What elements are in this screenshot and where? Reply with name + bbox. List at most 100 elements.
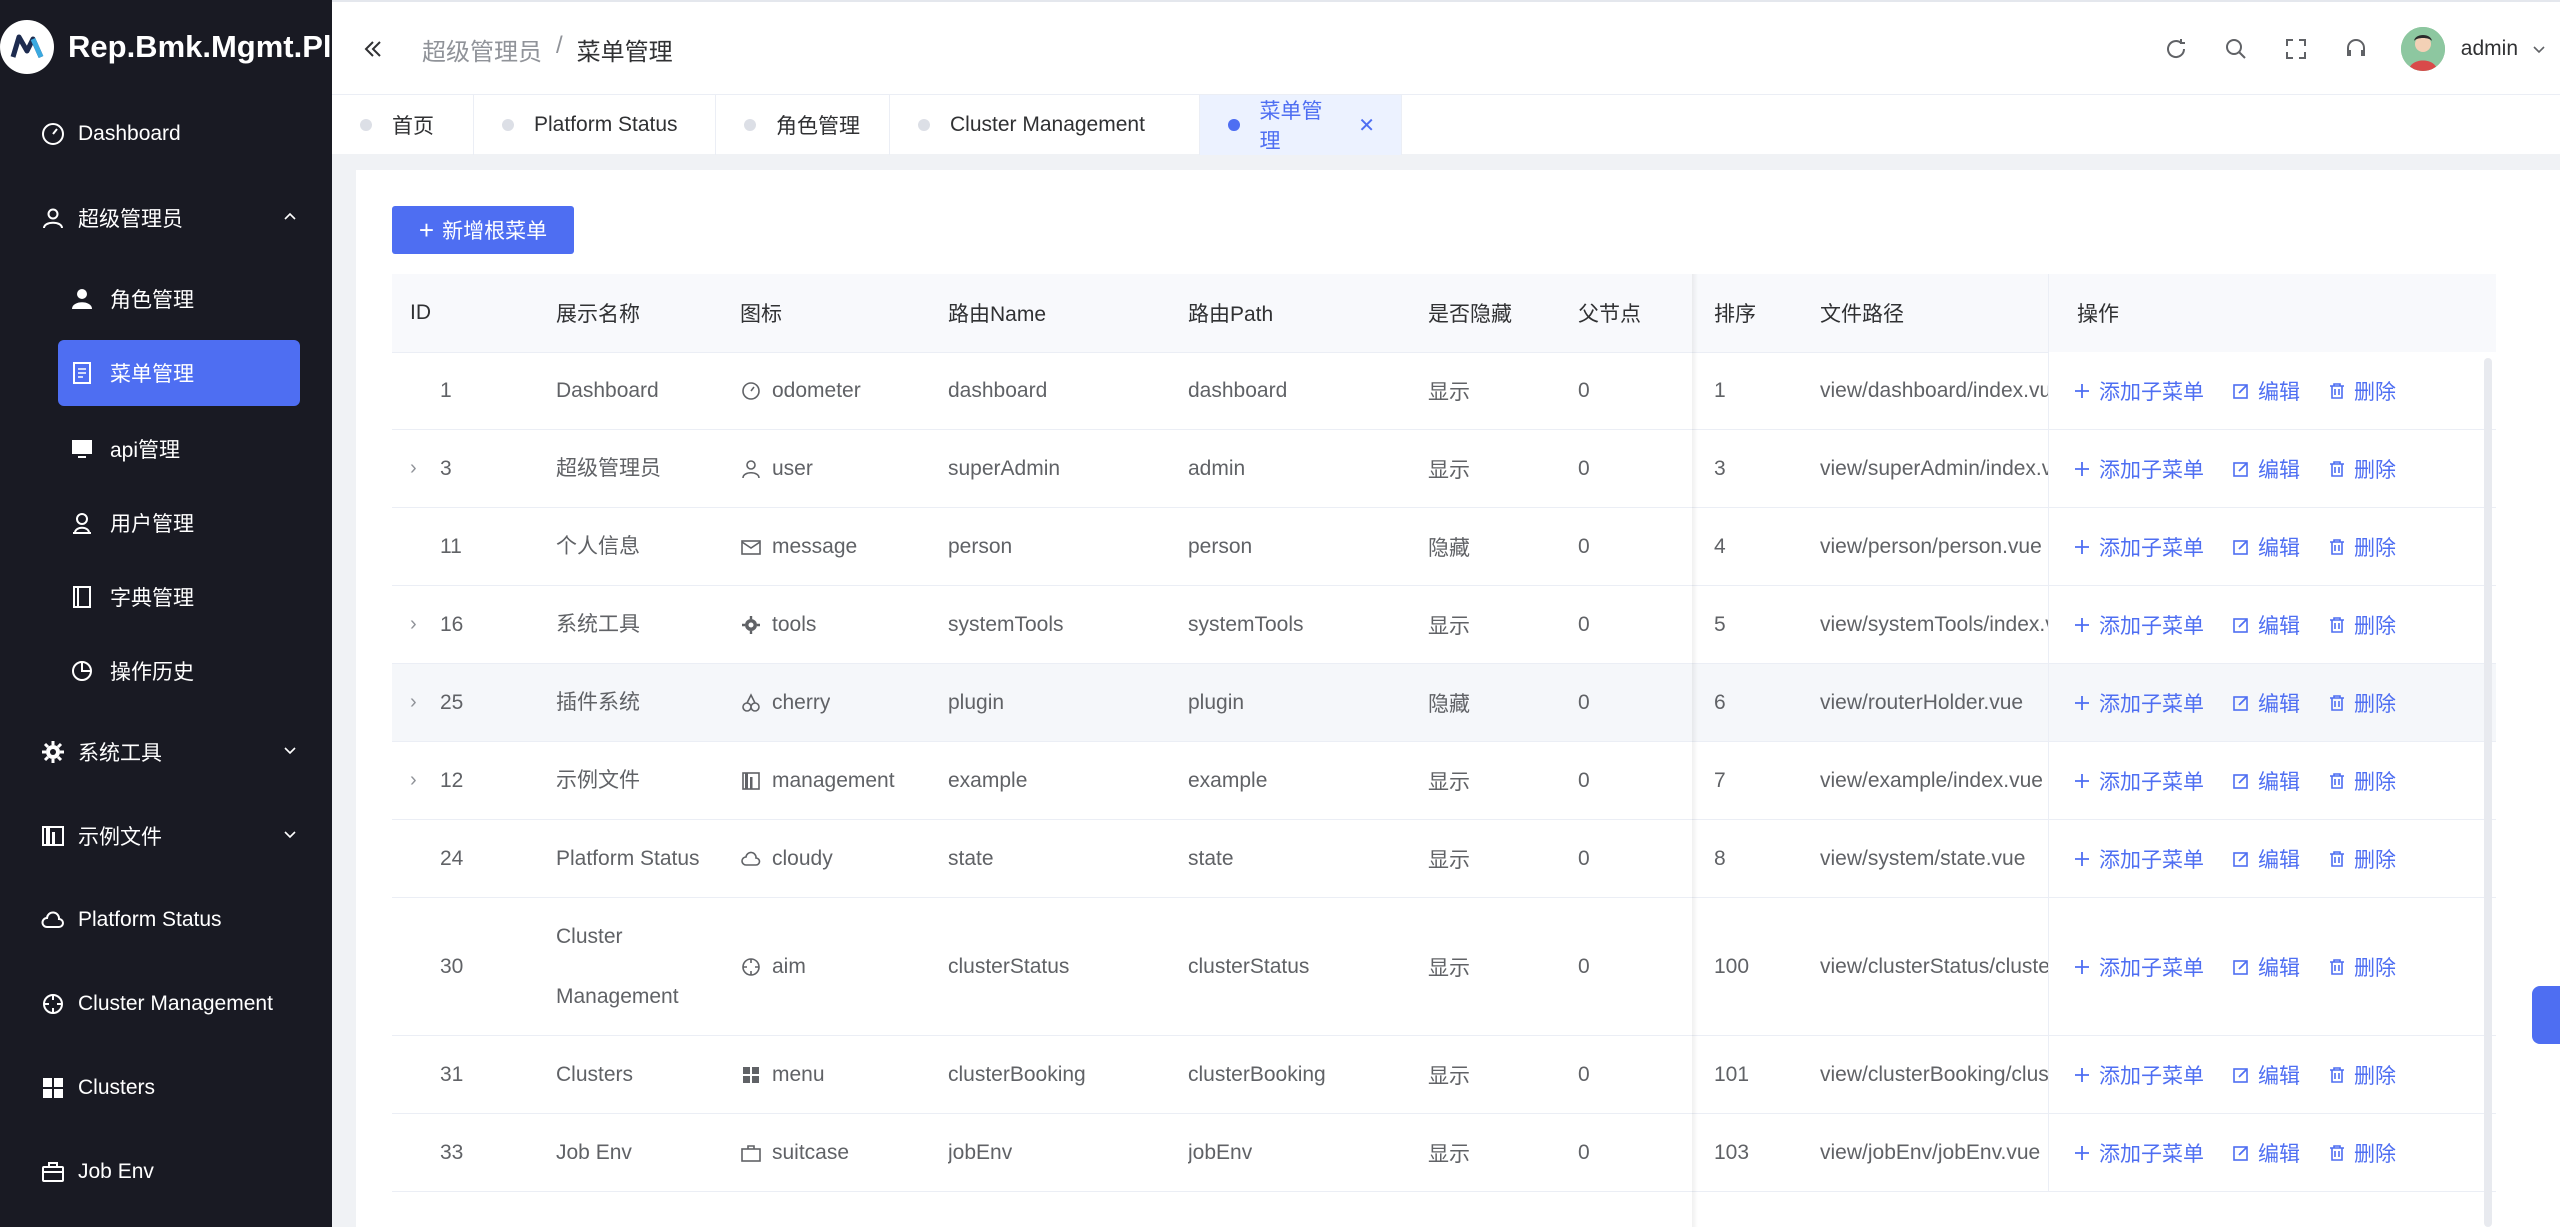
expand-arrow-icon[interactable]: › [410,742,417,819]
cell-route-name: clusterStatus [948,954,1070,978]
cell-id: 16 [440,612,464,636]
tab-home[interactable]: 首页 [332,95,474,155]
settings-float-button[interactable] [2532,986,2560,1044]
add-child-menu-button[interactable]: 添加子菜单 [2071,532,2204,562]
add-child-menu-button[interactable]: 添加子菜单 [2071,454,2204,484]
table-row[interactable]: 1 Dashboard odometer dashboard dashboard 显示 0 1… [392,352,2496,430]
delete-button[interactable]: 删除 [2326,454,2396,484]
table-row[interactable]: 30 Cluster Management aim clusterStatus clus… [392,898,2496,1036]
fullscreen-icon[interactable] [2281,34,2311,64]
edit-button[interactable]: 编辑 [2230,952,2300,982]
add-child-menu-button[interactable]: 添加子菜单 [2071,376,2204,406]
avatar[interactable] [2400,27,2445,71]
column-header-route-path[interactable]: 路由Path [1188,274,1273,352]
table-row[interactable]: › 25 插件系统 cherry plugin plugin 隐藏 0 6 view/router… [392,664,2496,742]
edit-button[interactable]: 编辑 [2230,766,2300,796]
column-header-file-path[interactable]: 文件路径 [1820,274,1904,352]
column-header-route-name[interactable]: 路由Name [948,274,1046,352]
tab-cluster-management[interactable]: Cluster Management [890,95,1200,155]
expand-arrow-icon[interactable]: › [410,664,417,741]
table-row[interactable]: 11 个人信息 message person person 隐藏 0 4 view/person… [392,508,2496,586]
delete-button[interactable]: 删除 [2326,688,2396,718]
add-child-menu-button[interactable]: 添加子菜单 [2071,1060,2204,1090]
chevron-down-icon[interactable] [2530,34,2548,64]
app-logo[interactable]: Rep.Bmk.Mgmt.Pl. [0,0,332,94]
edit-button[interactable]: 编辑 [2230,844,2300,874]
sidebar-item-system-tools[interactable]: 系统工具 [0,710,332,794]
table-row[interactable]: 31 Clusters menu clusterBooking clusterBooki… [392,1036,2496,1114]
sidebar-item-operation-history[interactable]: 操作历史 [0,636,332,706]
table-scrollbar[interactable] [2484,358,2492,1227]
username[interactable]: admin [2461,37,2518,61]
column-header-icon[interactable]: 图标 [740,274,782,352]
add-root-menu-button[interactable]: + 新增根菜单 [392,206,574,254]
column-header-display-name[interactable]: 展示名称 [556,274,640,352]
sidebar-item-user-management[interactable]: 用户管理 [0,488,332,558]
delete-button[interactable]: 删除 [2326,766,2396,796]
sidebar-item-api-management[interactable]: api管理 [0,414,332,484]
sidebar-item-dashboard[interactable]: Dashboard [0,92,332,176]
tab-menu-management[interactable]: 菜单管理 ✕ [1200,95,1402,155]
edit-button[interactable]: 编辑 [2230,454,2300,484]
edit-button[interactable]: 编辑 [2230,610,2300,640]
expand-arrow-icon[interactable]: › [410,586,417,663]
sidebar-item-role-management[interactable]: 角色管理 [0,264,332,334]
cell-display-name: Dashboard [556,378,659,402]
sidebar-item-super-admin[interactable]: 超级管理员 [0,176,332,260]
search-icon[interactable] [2221,34,2251,64]
table-row[interactable]: › 12 示例文件 management example example 显示 0 7 view/… [392,742,2496,820]
column-header-hidden[interactable]: 是否隐藏 [1428,274,1512,352]
edit-button[interactable]: 编辑 [2230,1060,2300,1090]
table-row[interactable]: › 16 系统工具 tools systemTools systemTools 显示 0 5 vi… [392,586,2496,664]
table-row[interactable]: 24 Platform Status cloudy state state 显示 0 8 vie… [392,820,2496,898]
add-child-menu-label: 添加子菜单 [2099,614,2204,638]
expand-arrow-icon[interactable]: › [410,430,417,507]
delete-button[interactable]: 删除 [2326,376,2396,406]
sidebar-item-job-env[interactable]: Job Env [0,1130,332,1214]
cell-icon: menu [740,1036,825,1113]
edit-button[interactable]: 编辑 [2230,688,2300,718]
add-child-menu-button[interactable]: 添加子菜单 [2071,610,2204,640]
delete-button[interactable]: 删除 [2326,532,2396,562]
plus-icon [2071,770,2093,792]
collapse-sidebar-icon[interactable] [358,34,388,64]
cell-route-name: systemTools [948,612,1064,636]
add-child-menu-button[interactable]: 添加子菜单 [2071,844,2204,874]
sidebar-item-clusters[interactable]: Clusters [0,1046,332,1130]
delete-button[interactable]: 删除 [2326,610,2396,640]
delete-label: 删除 [2354,458,2396,482]
column-header-sort[interactable]: 排序 [1714,274,1756,352]
add-child-menu-button[interactable]: 添加子菜单 [2071,1138,2204,1168]
close-icon[interactable]: ✕ [1358,113,1375,138]
sidebar-item-examples[interactable]: 示例文件 [0,794,332,878]
headset-icon[interactable] [2341,34,2371,64]
table-row[interactable]: › 3 超级管理员 user superAdmin admin 显示 0 3 view/super… [392,430,2496,508]
cell-file-path: view/clusterStatus/clusterStatus.vue [1820,954,2048,978]
tab-role-management[interactable]: 角色管理 [716,95,890,155]
column-header-id[interactable]: ID [410,274,431,352]
add-child-menu-button[interactable]: 添加子菜单 [2071,688,2204,718]
delete-button[interactable]: 删除 [2326,1138,2396,1168]
tab-platform-status[interactable]: Platform Status [474,95,716,155]
refresh-icon[interactable] [2161,34,2191,64]
edit-button[interactable]: 编辑 [2230,1138,2300,1168]
sidebar-item-dictionary-management[interactable]: 字典管理 [0,562,332,632]
column-header-parent[interactable]: 父节点 [1578,274,1641,352]
edit-button[interactable]: 编辑 [2230,376,2300,406]
sidebar-item-label: 示例文件 [78,826,162,849]
delete-button[interactable]: 删除 [2326,844,2396,874]
add-child-menu-button[interactable]: 添加子菜单 [2071,766,2204,796]
breadcrumb-item[interactable]: 超级管理员 [422,32,542,67]
plus-icon [2071,380,2093,402]
delete-button[interactable]: 删除 [2326,1060,2396,1090]
sidebar-item-cluster-management[interactable]: Cluster Management [0,962,332,1046]
cherry-icon [740,692,762,714]
edit-label: 编辑 [2258,770,2300,794]
add-child-menu-button[interactable]: 添加子菜单 [2071,952,2204,982]
sidebar-item-menu-management[interactable]: 菜单管理 [58,340,300,406]
delete-button[interactable]: 删除 [2326,952,2396,982]
edit-button[interactable]: 编辑 [2230,532,2300,562]
table-row[interactable]: 33 Job Env suitcase jobEnv jobEnv 显示 0 103 view/… [392,1114,2496,1192]
sidebar-item-platform-status[interactable]: Platform Status [0,878,332,962]
edit-label: 编辑 [2258,458,2300,482]
